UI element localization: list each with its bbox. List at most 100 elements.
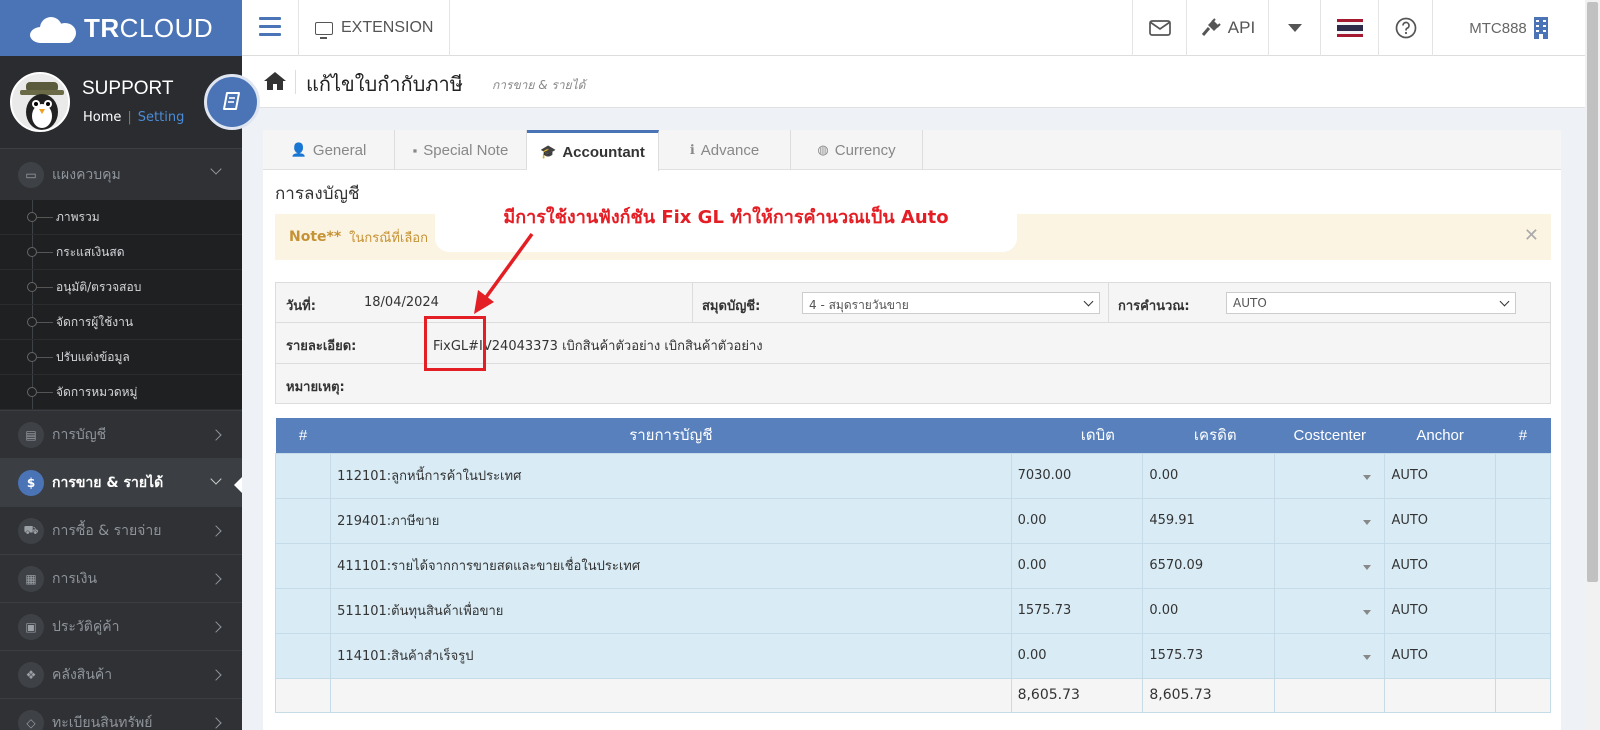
submenu-item-customize[interactable]: ปรับแต่งข้อมูล — [0, 340, 242, 375]
monitor-icon: ▭ — [18, 162, 44, 188]
extension-button[interactable]: EXTENSION — [298, 0, 451, 56]
credit-cell[interactable]: 0.00 — [1142, 452, 1276, 499]
anchor-cell: AUTO — [1384, 632, 1496, 679]
logo[interactable]: TRCLOUD — [0, 0, 242, 56]
top-bar: EXTENSION API MTC888 — [242, 0, 1585, 56]
table-row: 411101:รายได้จากการขายสดและขายเชื่อในประ… — [274, 542, 1552, 589]
costcenter-select[interactable] — [1274, 542, 1386, 589]
caret-down-icon — [1363, 610, 1372, 615]
annotation-highlight-box — [424, 316, 486, 371]
submenu-item-users[interactable]: จัดการผู้ใช้งาน — [0, 305, 242, 340]
question-icon — [1395, 17, 1416, 39]
debit-cell[interactable]: 1575.73 — [1010, 587, 1144, 634]
chevron-down-icon — [1083, 296, 1094, 307]
col-header-costcenter: Costcenter — [1274, 418, 1385, 453]
debit-cell[interactable]: 0.00 — [1010, 632, 1144, 679]
note-text: ในกรณีที่เลือก — [349, 230, 428, 246]
company-selector[interactable]: MTC888 — [1432, 0, 1585, 56]
totals-row: 8,605.73 8,605.73 — [274, 677, 1552, 713]
tab-advance[interactable]: ℹ Advance — [659, 130, 791, 170]
tab-general[interactable]: 👤 General — [263, 130, 395, 170]
tab-currency[interactable]: ◍ Currency — [791, 130, 923, 170]
sidebar-item-finance[interactable]: ▦ การเงิน — [0, 554, 242, 602]
submenu-item-categories[interactable]: จัดการหมวดหมู่ — [0, 375, 242, 410]
tab-accountant[interactable]: 🎓 Accountant — [527, 130, 659, 171]
home-link[interactable]: Home — [83, 110, 121, 125]
book-button[interactable] — [204, 74, 260, 130]
sidebar-item-inventory[interactable]: ❖ คลังสินค้า — [0, 650, 242, 698]
book-select[interactable]: 4 - สมุดรายวันขาย — [802, 292, 1100, 314]
avatar[interactable] — [10, 72, 70, 132]
api-button[interactable]: API — [1186, 0, 1268, 56]
caret-down-icon — [1363, 520, 1372, 525]
detail-label: รายละเอียด: — [286, 339, 357, 354]
submenu-item-approve[interactable]: อนุมัติ/ตรวจสอบ — [0, 270, 242, 305]
home-icon[interactable] — [264, 72, 286, 90]
sticky-note-icon: ▪ — [412, 142, 418, 158]
submenu-item-cashflow[interactable]: กระแสเงินสด — [0, 235, 242, 270]
dashboard-submenu: ภาพรวม กระแสเงินสด อนุมัติ/ตรวจสอบ จัดกา… — [0, 200, 242, 410]
costcenter-select[interactable] — [1274, 632, 1386, 679]
col-header-index: # — [275, 418, 331, 453]
note-label: Note** — [289, 229, 342, 245]
thai-flag-icon — [1336, 19, 1363, 37]
sidebar-item-assets[interactable]: ◇ ทะเบียนสินทรัพย์ — [0, 698, 242, 730]
credit-cell[interactable]: 6570.09 — [1142, 542, 1276, 589]
submenu-item-overview[interactable]: ภาพรวม — [0, 200, 242, 235]
gl-entries-table: # รายการบัญชี เดบิต เครดิต Costcenter An… — [274, 418, 1552, 713]
credit-cell[interactable]: 0.00 — [1142, 587, 1276, 634]
calendar-icon: ▦ — [18, 566, 44, 592]
account-cell[interactable]: 411101:รายได้จากการขายสดและขายเชื่อในประ… — [330, 542, 1012, 589]
costcenter-select[interactable] — [1274, 587, 1386, 634]
debit-cell[interactable]: 0.00 — [1010, 542, 1144, 589]
annotation-arrow — [474, 232, 534, 314]
account-cell[interactable]: 114101:สินค้าสำเร็จรูป — [330, 632, 1012, 679]
language-button[interactable] — [1320, 0, 1378, 56]
page-subtitle: การขาย & รายได้ — [492, 78, 586, 92]
col-header-anchor: Anchor — [1384, 418, 1496, 453]
credit-cell[interactable]: 459.91 — [1142, 497, 1276, 544]
account-cell[interactable]: 219401:ภาษีขาย — [330, 497, 1012, 544]
col-header-debit: เดบิต — [1011, 418, 1143, 453]
tab-special-note[interactable]: ▪ Special Note — [395, 130, 527, 170]
credit-cell[interactable]: 1575.73 — [1142, 632, 1276, 679]
sidebar-item-dashboard[interactable]: ▭ แผงควบคุม — [0, 148, 242, 200]
envelope-icon — [1148, 20, 1171, 36]
debit-cell[interactable]: 0.00 — [1010, 497, 1144, 544]
scrollbar-thumb[interactable] — [1587, 2, 1598, 582]
dollar-icon: $ — [18, 470, 44, 496]
caret-down-icon — [1363, 475, 1372, 480]
hamburger-menu-icon[interactable] — [259, 17, 281, 41]
book-icon: ▤ — [18, 422, 44, 448]
sidebar-item-accounting[interactable]: ▤ การบัญชี — [0, 410, 242, 458]
account-cell[interactable]: 112101:ลูกหนี้การค้าในประเทศ — [330, 452, 1012, 499]
user-name: SUPPORT — [82, 78, 174, 99]
costcenter-select[interactable] — [1274, 452, 1386, 499]
setting-link[interactable]: Setting — [138, 110, 185, 125]
chevron-right-icon — [210, 429, 222, 441]
costcenter-select[interactable] — [1274, 497, 1386, 544]
mail-button[interactable] — [1132, 0, 1186, 56]
col-header-action: # — [1495, 418, 1551, 453]
chevron-right-icon — [210, 573, 222, 585]
total-credit: 8,605.73 — [1142, 677, 1276, 713]
sidebar-item-partners[interactable]: ▣ ประวัติคู่ค้า — [0, 602, 242, 650]
close-icon[interactable]: ✕ — [1524, 225, 1539, 246]
page-scrollbar[interactable] — [1585, 0, 1600, 730]
caret-down-icon — [1363, 655, 1372, 660]
contact-icon: ▣ — [18, 614, 44, 640]
diamond-icon: ◇ — [18, 710, 44, 730]
sidebar-item-purchases[interactable]: ⛟ การซื้อ & รายจ่าย — [0, 506, 242, 554]
calc-select[interactable]: AUTO — [1226, 292, 1516, 314]
graduation-cap-icon: 🎓 — [540, 144, 557, 159]
caret-down-icon — [1363, 565, 1372, 570]
monitor-icon — [315, 21, 333, 39]
sidebar: TRCLOUD SUPPORT Home | Setting ▭ แผงควบคุม — [0, 0, 260, 730]
debit-cell[interactable]: 7030.00 — [1010, 452, 1144, 499]
cloud-icon — [28, 13, 80, 43]
date-value: 18/04/2024 — [364, 295, 439, 310]
account-cell[interactable]: 511101:ต้นทุนสินค้าเพื่อขาย — [330, 587, 1012, 634]
sidebar-item-sales[interactable]: $ การขาย & รายได้ — [0, 458, 242, 506]
dropdown-button[interactable] — [1268, 0, 1320, 56]
help-button[interactable] — [1378, 0, 1432, 56]
